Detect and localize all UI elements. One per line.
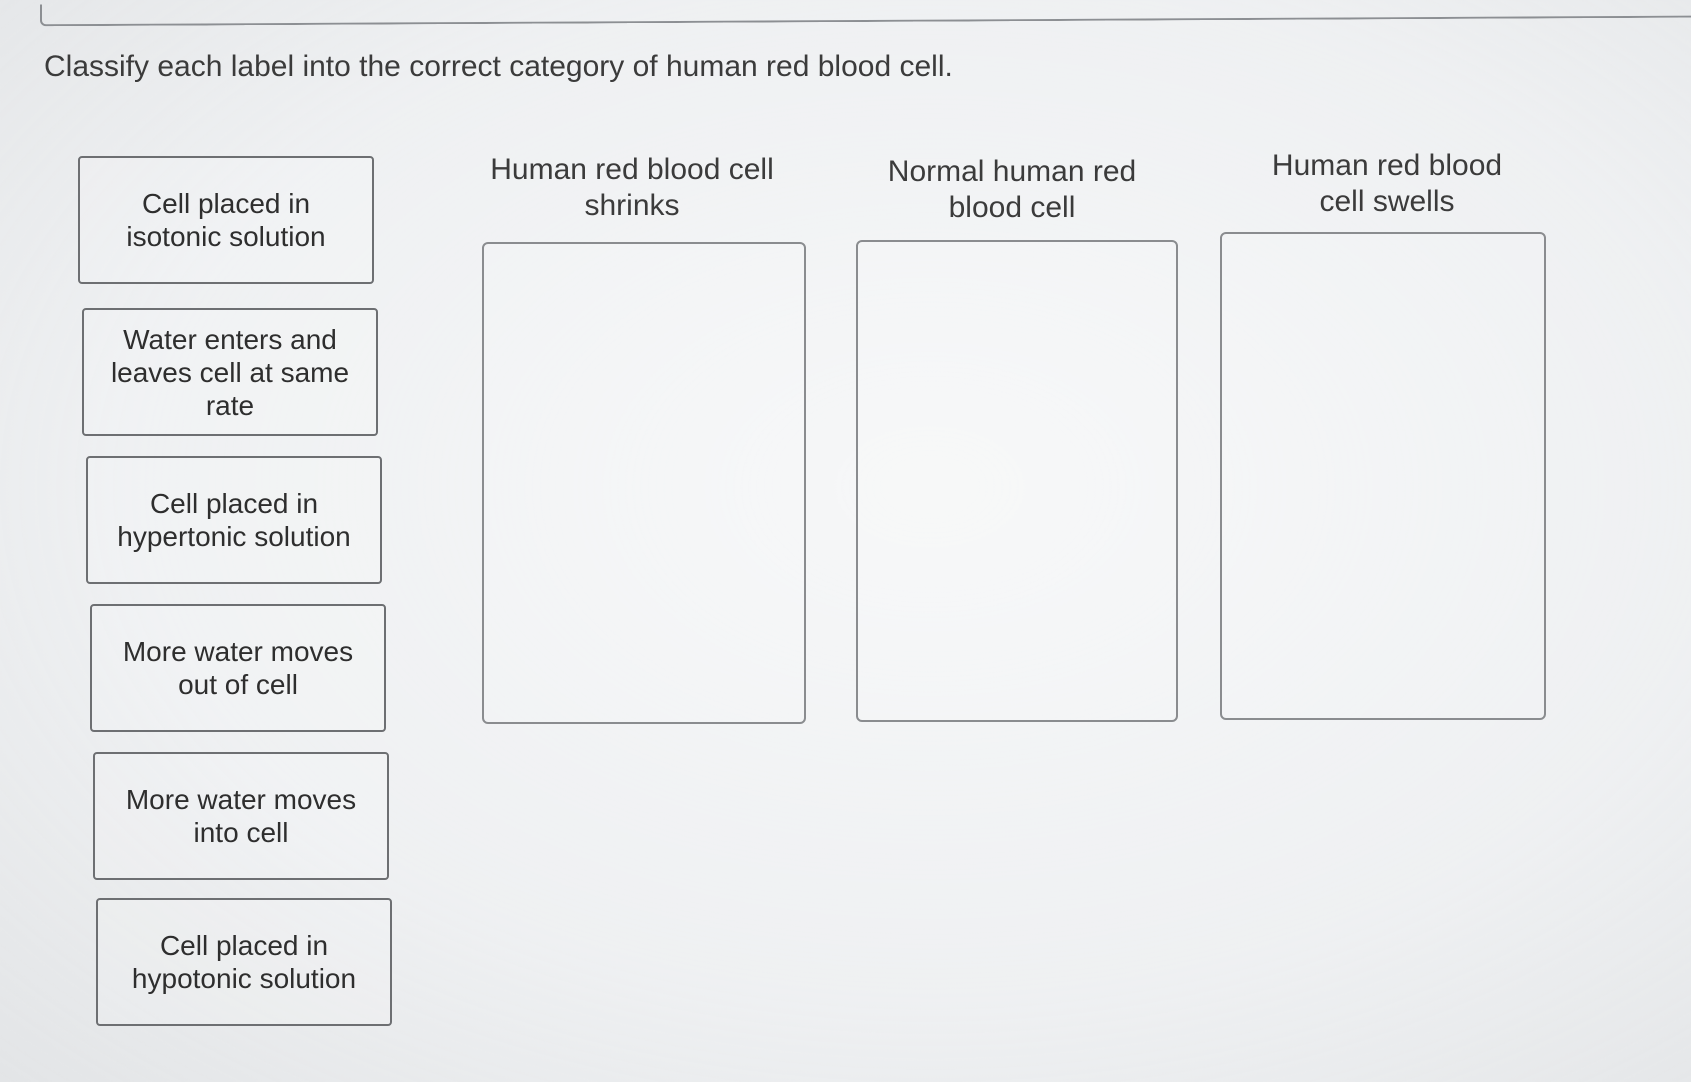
- drop-zone-shrinks[interactable]: [482, 242, 806, 724]
- drop-zone-normal[interactable]: [856, 240, 1178, 722]
- draggable-label[interactable]: More water moves out of cell: [90, 604, 386, 732]
- draggable-label[interactable]: More water moves into cell: [93, 752, 389, 880]
- draggable-label[interactable]: Cell placed in hypertonic solution: [86, 456, 382, 584]
- category-heading-shrinks: Human red blood cell shrinks: [490, 153, 774, 222]
- draggable-label[interactable]: Water enters and leaves cell at same rat…: [82, 308, 378, 436]
- label-text: Cell placed in isotonic solution: [126, 188, 326, 252]
- drop-zone-swells[interactable]: [1220, 232, 1546, 720]
- question-instruction: Classify each label into the correct cat…: [44, 50, 953, 83]
- label-text: Water enters and leaves cell at same rat…: [110, 323, 350, 421]
- category-heading-normal: Normal human red blood cell: [887, 155, 1137, 224]
- category-heading-swells: Human red blood cell swells: [1271, 149, 1503, 218]
- label-text: Cell placed in hypertonic solution: [117, 488, 351, 552]
- top-divider: [40, 0, 1691, 27]
- label-text: More water moves into cell: [125, 784, 357, 848]
- draggable-label[interactable]: Cell placed in hypotonic solution: [96, 898, 392, 1026]
- draggable-label[interactable]: Cell placed in isotonic solution: [78, 156, 374, 284]
- label-text: Cell placed in hypotonic solution: [131, 930, 357, 994]
- label-text: More water moves out of cell: [122, 636, 354, 700]
